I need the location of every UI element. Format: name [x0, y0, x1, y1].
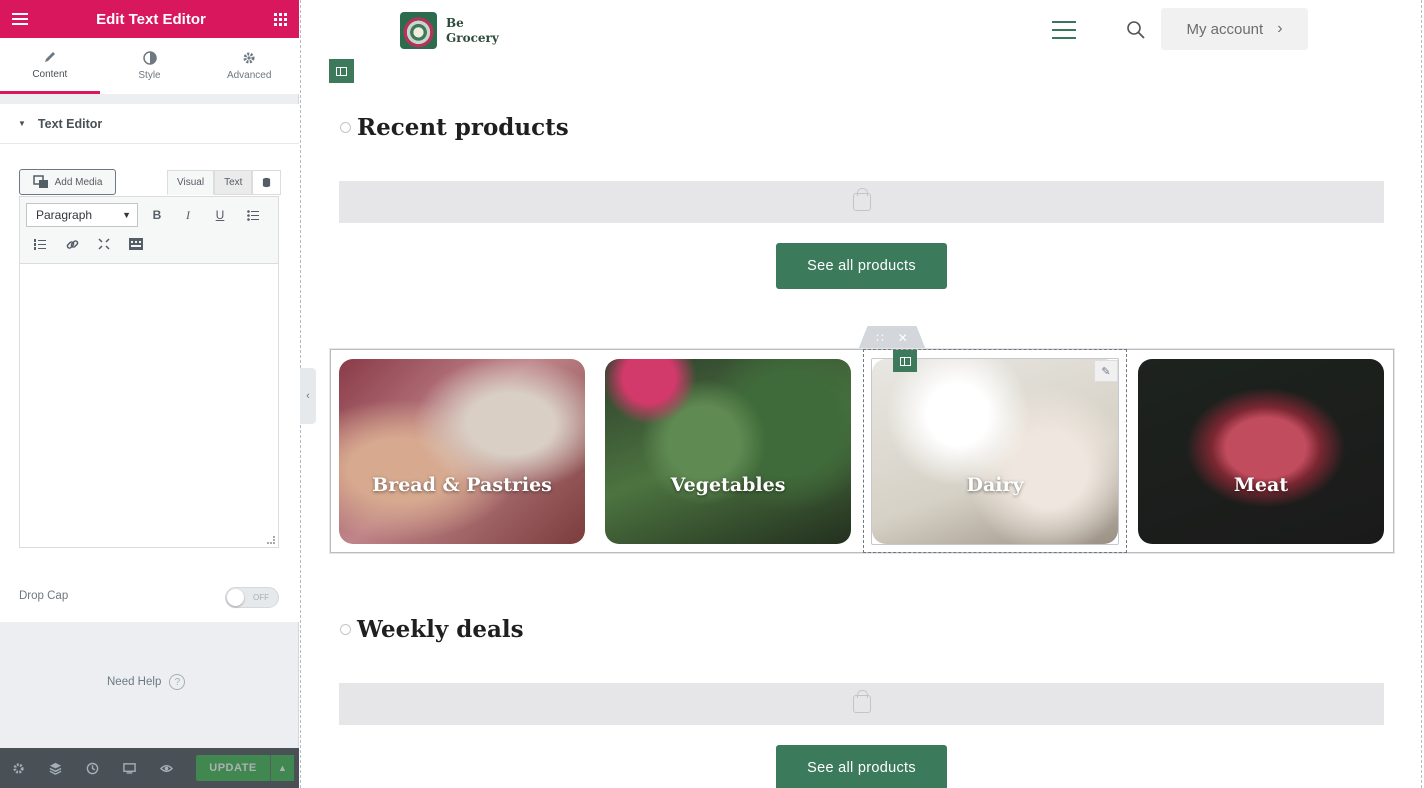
category-label: Bread & Pastries: [372, 473, 552, 496]
section-toggle-text-editor[interactable]: ▼ Text Editor: [0, 104, 299, 144]
chevron-up-icon[interactable]: ▲: [270, 755, 294, 781]
see-all-products-button[interactable]: See all products: [776, 243, 947, 289]
category-label: Dairy: [966, 473, 1024, 496]
logo-line-2: Grocery: [446, 30, 499, 45]
circle-icon: [340, 122, 351, 133]
media-icon: [32, 175, 48, 188]
section-body: Add Media Visual Text Paragraph ▼ B I U: [0, 144, 299, 622]
category-card-bread[interactable]: Bread & Pastries: [339, 359, 585, 544]
products-placeholder: [339, 181, 1384, 223]
menu-icon[interactable]: [12, 12, 28, 26]
hamburger-menu-icon[interactable]: [1052, 21, 1076, 39]
deals-placeholder: [339, 683, 1384, 725]
contrast-icon: [142, 51, 157, 65]
underline-icon[interactable]: U: [210, 205, 230, 225]
search-icon[interactable]: [1126, 20, 1146, 40]
close-icon[interactable]: ✕: [898, 331, 908, 345]
logo-text: Be Grocery: [446, 16, 499, 46]
format-select[interactable]: Paragraph ▼: [26, 203, 138, 227]
format-select-value: Paragraph: [36, 208, 93, 222]
bold-icon[interactable]: B: [147, 205, 167, 225]
selected-widget-outline: [871, 358, 1119, 545]
visual-tab[interactable]: Visual: [167, 170, 215, 195]
numbered-list-icon[interactable]: [30, 234, 50, 254]
need-help-label: Need Help: [107, 676, 162, 688]
add-media-label: Add Media: [54, 176, 103, 188]
drop-cap-switch[interactable]: OFF: [225, 587, 279, 608]
panel-header: Edit Text Editor: [0, 0, 299, 38]
edit-pencil-icon[interactable]: ✎: [1094, 360, 1118, 382]
navigator-layers-icon[interactable]: [37, 748, 74, 788]
panel-footer: UPDATE ▲: [0, 748, 299, 788]
update-button[interactable]: UPDATE: [196, 755, 270, 781]
drag-dots-icon[interactable]: ∷: [876, 331, 884, 345]
italic-icon[interactable]: I: [178, 205, 198, 225]
pencil-icon: [44, 51, 55, 62]
site-logo[interactable]: Be Grocery: [400, 12, 499, 49]
column-handle-icon[interactable]: [893, 350, 917, 372]
section-handle-icon[interactable]: [329, 59, 354, 83]
tab-advanced[interactable]: Advanced: [199, 38, 299, 94]
history-icon[interactable]: [74, 748, 111, 788]
question-icon: ?: [169, 674, 186, 690]
recent-products-heading: Recent products: [340, 114, 569, 141]
weekly-deals-heading: Weekly deals: [340, 616, 524, 643]
logo-line-1: Be: [446, 15, 464, 30]
editor-toolbar: Paragraph ▼ B I U: [19, 196, 279, 264]
editor-panel: Edit Text Editor Content Style Advanced …: [0, 0, 299, 788]
editor-mode-tabs: Visual Text: [167, 170, 282, 195]
text-tab[interactable]: Text: [214, 170, 253, 195]
add-media-button[interactable]: Add Media: [19, 169, 116, 195]
tab-style[interactable]: Style: [100, 38, 200, 94]
recent-products-title: Recent products: [357, 114, 569, 141]
my-account-label: My account: [1186, 20, 1264, 38]
section-handle[interactable]: ∷ ✕: [858, 326, 926, 350]
section-title: Text Editor: [37, 116, 103, 131]
canvas-edge-right: [1421, 0, 1422, 788]
circle-icon: [340, 624, 351, 635]
switch-state-label: OFF: [253, 593, 269, 602]
switch-knob: [227, 589, 244, 606]
need-help-link[interactable]: Need Help ?: [107, 674, 186, 690]
category-label: Vegetables: [670, 473, 786, 496]
weekly-deals-title: Weekly deals: [357, 616, 524, 643]
caret-down-icon: ▼: [18, 119, 26, 128]
fullscreen-icon[interactable]: [94, 234, 114, 254]
category-card-meat[interactable]: Meat: [1138, 359, 1384, 544]
tab-content-label: Content: [32, 68, 68, 80]
shopping-bag-icon: [852, 690, 871, 713]
editor-textarea[interactable]: [19, 264, 279, 548]
database-icon[interactable]: [252, 170, 282, 195]
panel-title: Edit Text Editor: [96, 10, 206, 28]
logo-mark: [400, 12, 437, 49]
preview-eye-icon[interactable]: [148, 748, 185, 788]
gear-icon: [243, 52, 255, 64]
see-all-deals-button[interactable]: See all products: [776, 745, 947, 788]
category-label: Meat: [1233, 473, 1289, 496]
settings-gear-icon[interactable]: [0, 748, 37, 788]
shopping-bag-icon: [852, 188, 871, 211]
chevron-right-icon: ›: [1277, 20, 1283, 37]
widgets-grid-icon[interactable]: [273, 12, 287, 26]
panel-tabs: Content Style Advanced: [0, 38, 299, 94]
resize-handle[interactable]: [267, 536, 275, 544]
app-root: Edit Text Editor Content Style Advanced …: [0, 0, 1424, 788]
collapse-panel-button[interactable]: ‹: [300, 368, 316, 424]
drop-cap-label: Drop Cap: [19, 590, 69, 602]
tab-style-label: Style: [138, 70, 161, 81]
tab-content[interactable]: Content: [0, 38, 100, 94]
tab-advanced-label: Advanced: [226, 70, 272, 81]
toolbar-toggle-icon[interactable]: [126, 234, 146, 254]
bullet-list-icon[interactable]: [243, 205, 263, 225]
link-icon[interactable]: [62, 234, 82, 254]
chevron-down-icon: ▼: [122, 210, 131, 220]
my-account-button[interactable]: My account ›: [1161, 8, 1308, 50]
category-card-vegetables[interactable]: Vegetables: [605, 359, 851, 544]
responsive-desktop-icon[interactable]: [111, 748, 148, 788]
